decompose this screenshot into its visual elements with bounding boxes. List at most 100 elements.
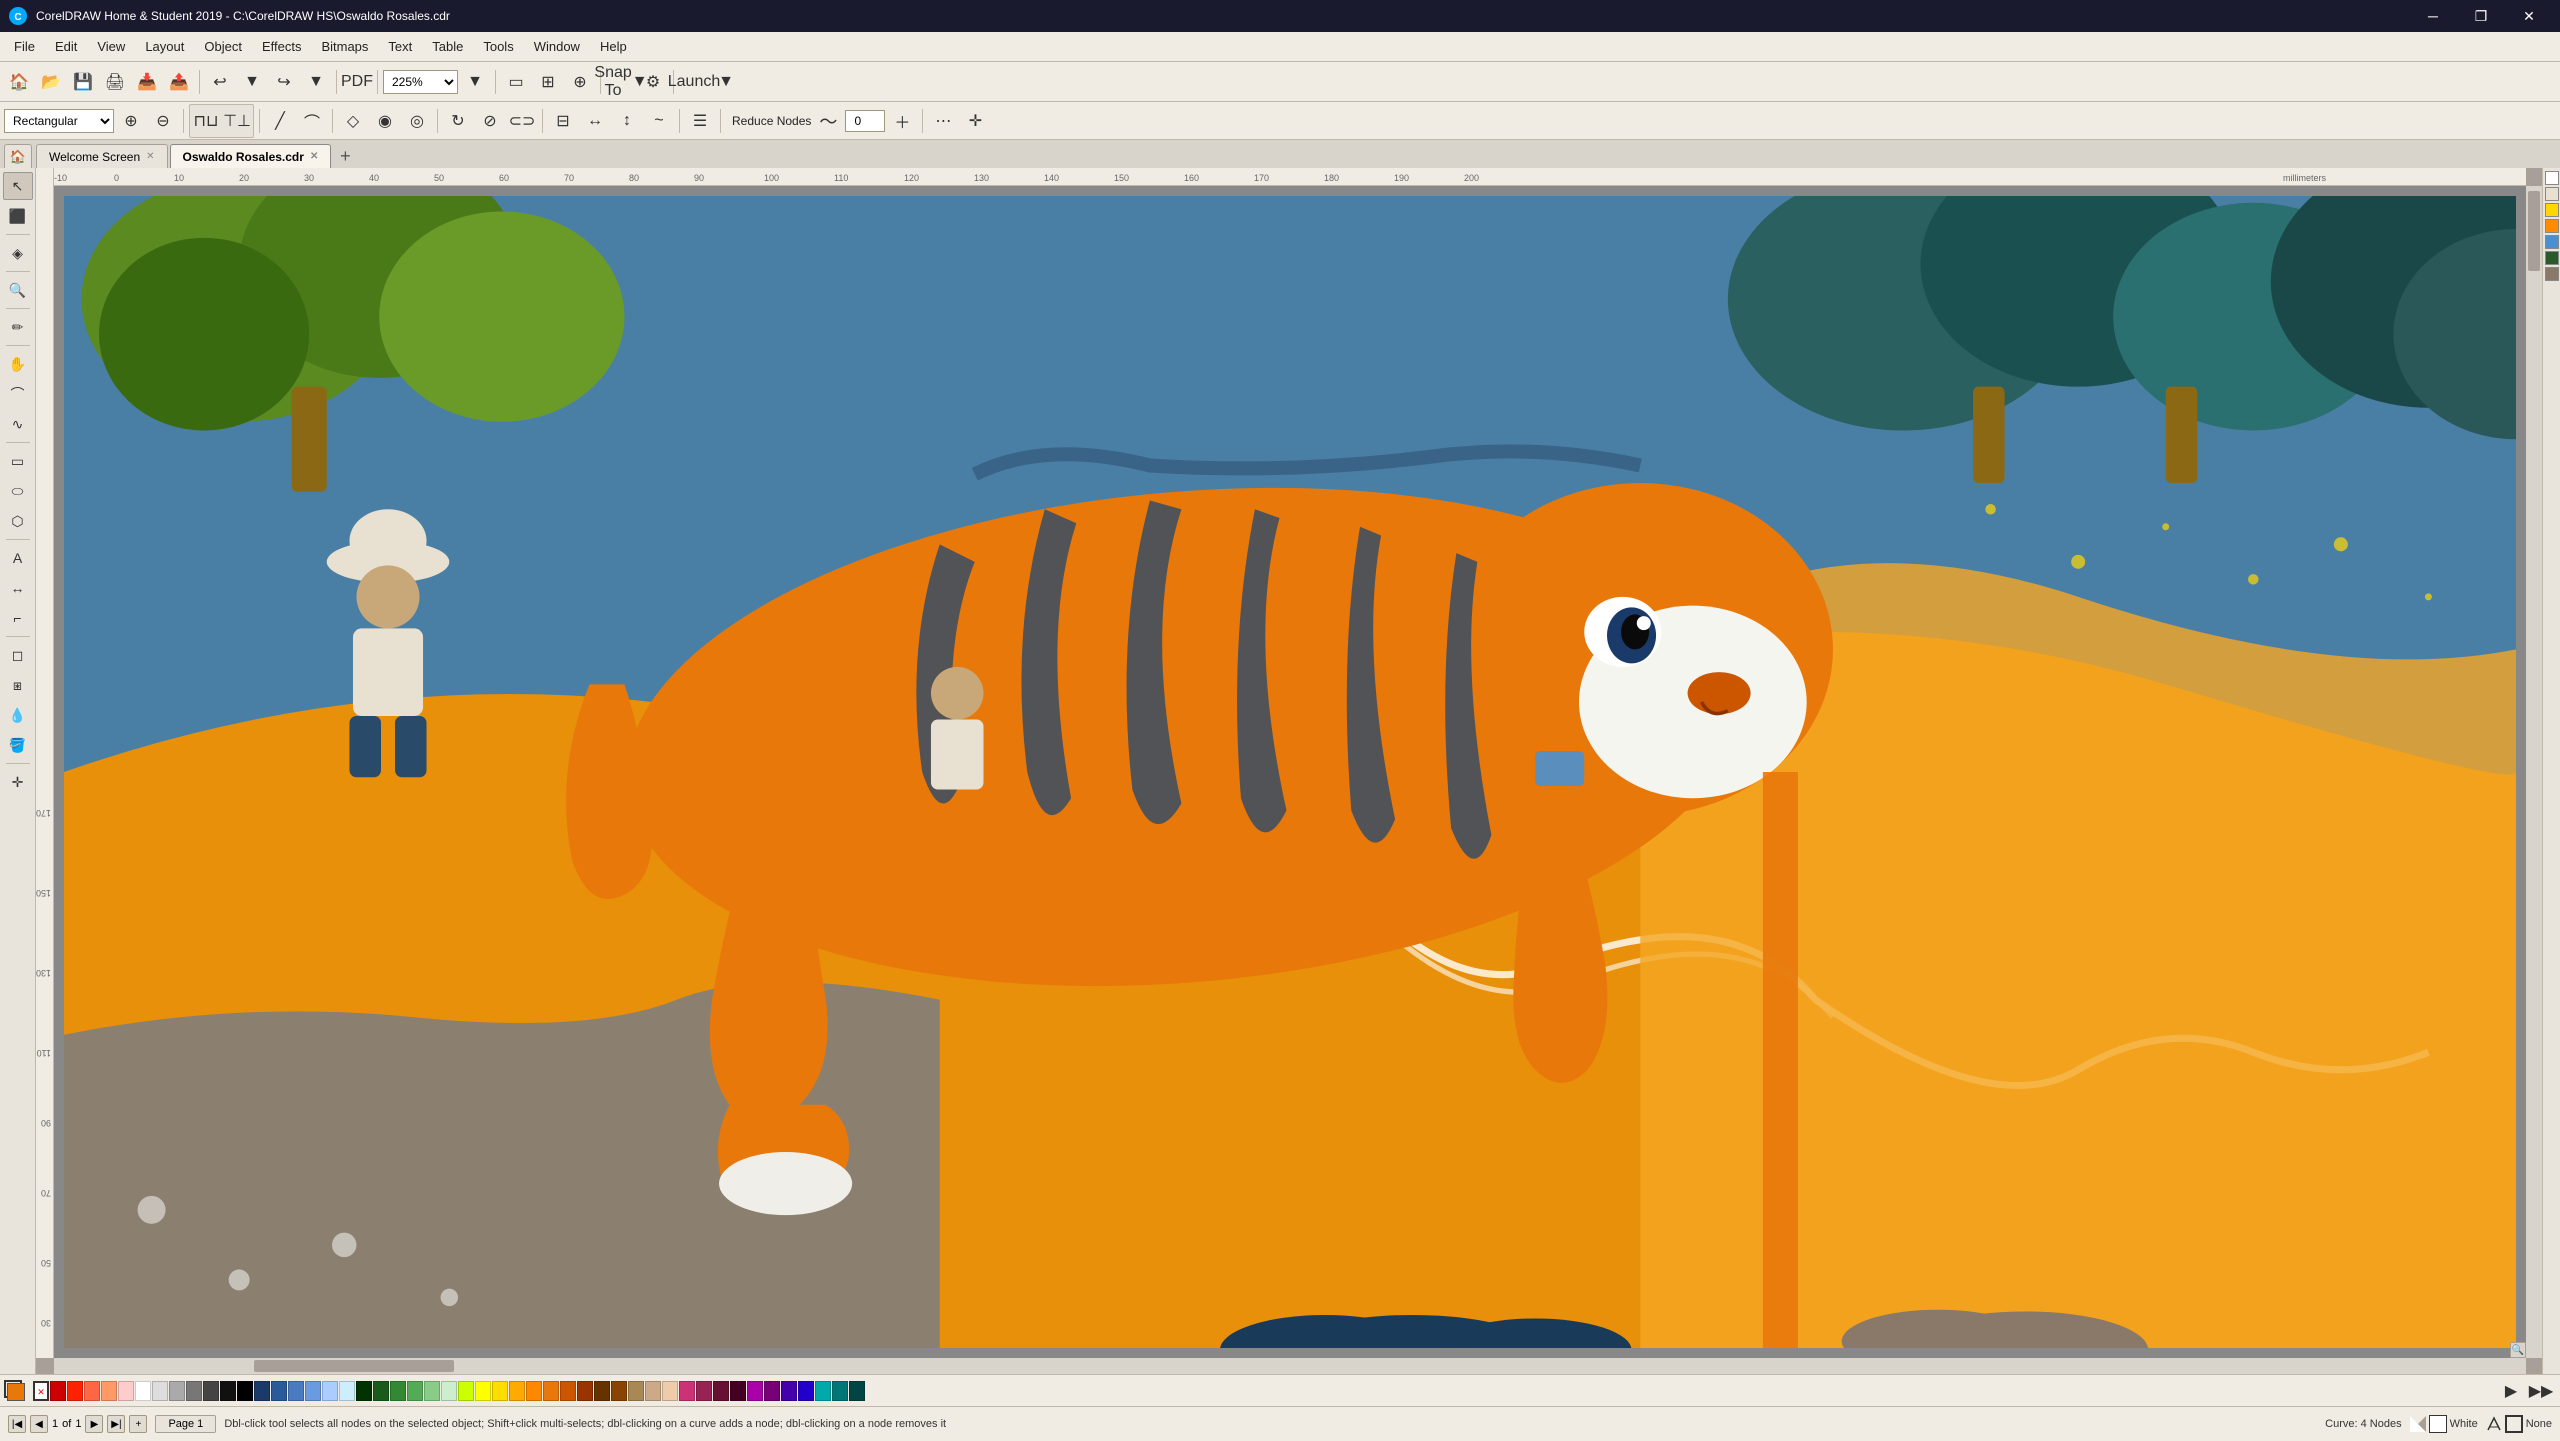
- swatch-salmon[interactable]: [101, 1381, 117, 1401]
- undo-button[interactable]: ↩: [205, 67, 235, 97]
- save-button[interactable]: 💾: [68, 67, 98, 97]
- join-nodes-button[interactable]: ⊓⊔: [191, 106, 221, 136]
- swatch-light-gray[interactable]: [152, 1381, 168, 1401]
- scroll-thumb-vertical[interactable]: [2528, 191, 2540, 271]
- swatch-yellow-green[interactable]: [458, 1381, 474, 1401]
- minimize-button[interactable]: ─: [2410, 0, 2456, 32]
- fill-tool[interactable]: 🪣: [3, 731, 33, 759]
- swatch-dark-pink[interactable]: [696, 1381, 712, 1401]
- zoom-corner[interactable]: 🔍: [2510, 1342, 2526, 1358]
- smooth-node-button[interactable]: ◉: [370, 106, 400, 136]
- extract-subpath-button[interactable]: ⊘: [475, 106, 505, 136]
- canvas-area[interactable]: -10 0 10 20 30 40 50 60 70 80 90 100 110…: [36, 168, 2542, 1374]
- polygon-tool[interactable]: ⬡: [3, 507, 33, 535]
- swatch-mid-blue[interactable]: [305, 1381, 321, 1401]
- swatch-dark-blue[interactable]: [271, 1381, 287, 1401]
- break-nodes-button[interactable]: ⊤⊥: [222, 106, 252, 136]
- cusp-node-button[interactable]: ◇: [338, 106, 368, 136]
- menu-text[interactable]: Text: [378, 35, 422, 58]
- right-swatch-blue[interactable]: [2545, 235, 2559, 249]
- freehand-select-tool[interactable]: ⬛: [3, 202, 33, 230]
- swatch-green[interactable]: [390, 1381, 406, 1401]
- import-button[interactable]: 📥: [132, 67, 162, 97]
- swatch-dark-green[interactable]: [356, 1381, 372, 1401]
- first-page-btn[interactable]: |◀: [8, 1415, 26, 1433]
- restore-button[interactable]: ❐: [2458, 0, 2504, 32]
- align-nodes-button[interactable]: ⊟: [548, 106, 578, 136]
- swatch-purple[interactable]: [747, 1381, 763, 1401]
- swatch-pale-green[interactable]: [441, 1381, 457, 1401]
- swatch-forest-green[interactable]: [373, 1381, 389, 1401]
- prev-page-btn[interactable]: ◀: [30, 1415, 48, 1433]
- right-swatch-green[interactable]: [2545, 251, 2559, 265]
- right-swatch-1[interactable]: [2545, 187, 2559, 201]
- right-swatch-orange[interactable]: [2545, 219, 2559, 233]
- swatch-pale-blue[interactable]: [339, 1381, 355, 1401]
- artboard-tool[interactable]: ∿: [3, 410, 33, 438]
- snap-to-button[interactable]: Snap To▼: [606, 67, 636, 97]
- swatch-near-black[interactable]: [220, 1381, 236, 1401]
- swatch-black[interactable]: [237, 1381, 253, 1401]
- reverse-direction-button[interactable]: ↻: [443, 106, 473, 136]
- palette-scroll-double-right[interactable]: ▶▶: [2526, 1376, 2556, 1406]
- page-name-tab[interactable]: Page 1: [155, 1415, 216, 1433]
- reflect-y-button[interactable]: ↕: [612, 106, 642, 136]
- redo-button[interactable]: ↪: [269, 67, 299, 97]
- menu-help[interactable]: Help: [590, 35, 637, 58]
- swatch-medium-brown[interactable]: [611, 1381, 627, 1401]
- launch-dropdown[interactable]: ▼: [711, 67, 741, 97]
- swatch-pink[interactable]: [679, 1381, 695, 1401]
- swatch-navy[interactable]: [254, 1381, 270, 1401]
- palette-scroll-right[interactable]: ▶ ▶▶: [2496, 1376, 2556, 1406]
- node-extra-2[interactable]: ✛: [960, 106, 990, 136]
- right-swatch-white[interactable]: [2545, 171, 2559, 185]
- swatch-dark-brown[interactable]: [594, 1381, 610, 1401]
- swatch-dark-gray[interactable]: [186, 1381, 202, 1401]
- swatch-empty[interactable]: ✕: [33, 1381, 49, 1401]
- swatch-darkest-teal[interactable]: [849, 1381, 865, 1401]
- swatch-orange[interactable]: [526, 1381, 542, 1401]
- welcome-tab-close[interactable]: ✕: [146, 151, 154, 162]
- zoom-dropdown[interactable]: ▼: [460, 67, 490, 97]
- text-tool[interactable]: A: [3, 544, 33, 572]
- swatch-maroon[interactable]: [713, 1381, 729, 1401]
- line-segment-button[interactable]: ╱: [265, 106, 295, 136]
- menu-object[interactable]: Object: [194, 35, 252, 58]
- close-button[interactable]: ✕: [2506, 0, 2552, 32]
- redo-dropdown[interactable]: ▼: [301, 67, 331, 97]
- export-button[interactable]: 📤: [164, 67, 194, 97]
- swatch-dark-teal[interactable]: [832, 1381, 848, 1401]
- open-button[interactable]: 📂: [36, 67, 66, 97]
- extend-curve-button[interactable]: ⊂⊃: [507, 106, 537, 136]
- add-node-button[interactable]: ⊕: [116, 106, 146, 136]
- swatch-red2[interactable]: [67, 1381, 83, 1401]
- add-page-btn[interactable]: +: [129, 1415, 147, 1433]
- swatch-beige[interactable]: [645, 1381, 661, 1401]
- swatch-amber[interactable]: [509, 1381, 525, 1401]
- transparency-tool[interactable]: ⧆: [3, 671, 33, 699]
- swatch-gray[interactable]: [169, 1381, 185, 1401]
- illustration[interactable]: [64, 196, 2516, 1348]
- swatch-yellow[interactable]: [475, 1381, 491, 1401]
- next-page-btn[interactable]: ▶: [85, 1415, 103, 1433]
- add-tool[interactable]: ✛: [3, 768, 33, 796]
- swatch-gold[interactable]: [492, 1381, 508, 1401]
- swatch-teal[interactable]: [815, 1381, 831, 1401]
- zoom-tool[interactable]: 🔍: [3, 276, 33, 304]
- options-button[interactable]: ⚙: [638, 67, 668, 97]
- select-tool[interactable]: ↖: [3, 172, 33, 200]
- vertical-scrollbar[interactable]: [2526, 186, 2542, 1358]
- zoom-level-select[interactable]: 225% 100% 150% 200% 300% 400% Fit Page: [383, 70, 458, 94]
- bezier-tool[interactable]: ⌒: [3, 380, 33, 408]
- grid-button[interactable]: ⊞: [533, 67, 563, 97]
- swatch-blue[interactable]: [288, 1381, 304, 1401]
- fill-color-box[interactable]: [2429, 1415, 2447, 1433]
- move-tool[interactable]: ✋: [3, 350, 33, 378]
- undo-dropdown[interactable]: ▼: [237, 67, 267, 97]
- swatch-peach[interactable]: [662, 1381, 678, 1401]
- menu-effects[interactable]: Effects: [252, 35, 312, 58]
- print-button[interactable]: 🖨: [100, 67, 130, 97]
- shape-tool[interactable]: ◈: [3, 239, 33, 267]
- snap-button[interactable]: ⊕: [565, 67, 595, 97]
- publish-pdf-button[interactable]: PDF: [342, 67, 372, 97]
